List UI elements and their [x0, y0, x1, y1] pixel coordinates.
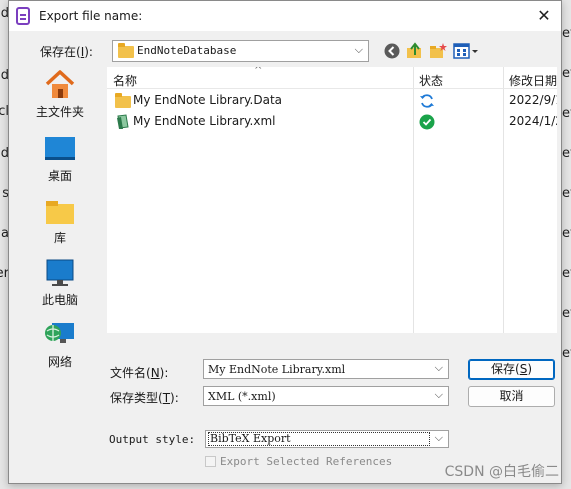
background-text: ev — [562, 306, 571, 321]
endnote-file-icon — [117, 114, 129, 129]
background-window-right: ev ev ev ev ev ev ev ev ev — [561, 0, 571, 489]
sidebar-item-label: 桌面 — [47, 169, 72, 183]
file-type-label-suffix: ): — [170, 391, 179, 405]
file-type-label-key: T — [162, 391, 171, 405]
horizontal-scrollbar[interactable] — [107, 333, 557, 340]
export-dialog: Export file name: ✕ 保存在(I): EndNoteDatab… — [8, 0, 562, 484]
file-type-value: XML (*.xml) — [208, 390, 276, 403]
back-icon[interactable] — [383, 42, 401, 60]
save-button-suffix: ) — [527, 362, 532, 376]
export-selected-checkbox[interactable] — [205, 456, 216, 467]
background-text: ev — [562, 266, 571, 281]
export-selected-label: Export Selected References — [220, 455, 393, 468]
output-style-dropdown[interactable]: BibTeX Export ⌵ — [205, 430, 449, 448]
column-header-modified[interactable]: 修改日期 — [509, 72, 557, 89]
up-folder-icon[interactable] — [406, 42, 424, 60]
background-text: ev — [562, 106, 571, 121]
sidebar-item-label: 主文件夹 — [35, 105, 84, 119]
sidebar-item-label: 库 — [53, 231, 66, 245]
cancel-button[interactable]: 取消 — [468, 386, 555, 407]
sidebar-item-computer[interactable]: 此电脑 — [20, 255, 100, 311]
close-button[interactable]: ✕ — [533, 5, 555, 27]
check-icon — [419, 114, 435, 130]
folder-icon — [115, 93, 131, 108]
header-divider — [107, 88, 557, 89]
background-text: ev — [562, 226, 571, 241]
background-text: ev — [562, 66, 571, 81]
sidebar-item-label: 网络 — [47, 355, 72, 369]
sidebar-item-library[interactable]: 库 — [20, 193, 100, 249]
filename-label-text: 文件名( — [110, 366, 151, 380]
filename-label-key: N — [150, 366, 160, 380]
sidebar-item-desktop[interactable]: 桌面 — [20, 131, 100, 187]
filename-label-suffix: ): — [159, 366, 169, 380]
save-in-label-text: 保存在( — [40, 45, 81, 59]
view-menu-icon[interactable] — [453, 42, 479, 60]
output-style-value: BibTeX Export — [208, 432, 430, 446]
save-in-label-suffix: ): — [84, 45, 93, 59]
chevron-down-icon: ⌵ — [354, 43, 363, 56]
background-text: ev — [562, 146, 571, 161]
sidebar-item-label: 此电脑 — [41, 293, 78, 307]
chevron-down-icon: ⌵ — [434, 388, 443, 401]
file-modified: 2022/9/1 — [509, 93, 557, 107]
file-modified: 2024/1/2 — [509, 114, 557, 128]
sync-icon — [420, 94, 434, 108]
filename-value: My EndNote Library.xml — [208, 363, 346, 376]
home-icon — [45, 70, 75, 98]
new-folder-icon[interactable] — [429, 42, 447, 60]
filename-combo[interactable]: My EndNote Library.xml ⌵ — [203, 359, 449, 379]
save-button[interactable]: 保存(S) — [468, 359, 555, 380]
background-text: ev — [562, 346, 571, 361]
dialog-title: Export file name: — [39, 9, 143, 23]
library-icon — [46, 201, 74, 224]
file-type-label-text: 保存类型( — [110, 391, 163, 405]
save-in-label: 保存在(I): — [40, 43, 93, 60]
desktop-icon — [45, 137, 75, 160]
file-type-label: 保存类型(T): — [110, 389, 179, 406]
file-name: My EndNote Library.xml — [133, 114, 276, 128]
sort-ascending-icon: ^ — [254, 67, 263, 76]
location-dropdown[interactable]: EndNoteDatabase ⌵ — [112, 40, 369, 62]
file-list[interactable]: ^ 名称 状态 修改日期 My EndNote Library.Data 202… — [107, 67, 557, 333]
column-header-name[interactable]: 名称 — [113, 72, 137, 89]
background-text: ev — [562, 186, 571, 201]
file-row-folder[interactable]: My EndNote Library.Data 2022/9/1 — [107, 91, 557, 112]
folder-icon — [118, 43, 134, 58]
file-name: My EndNote Library.Data — [133, 93, 283, 107]
save-button-label: 保存( — [491, 362, 520, 376]
location-value: EndNoteDatabase — [137, 44, 237, 57]
chevron-down-icon: ⌵ — [434, 431, 443, 444]
sidebar-item-home[interactable]: 主文件夹 — [20, 67, 100, 123]
file-type-dropdown[interactable]: XML (*.xml) ⌵ — [203, 386, 449, 406]
computer-icon — [46, 259, 74, 286]
network-icon — [45, 323, 74, 343]
filename-label: 文件名(N): — [110, 364, 168, 381]
background-text: ev — [562, 26, 571, 41]
title-bar: Export file name: ✕ — [9, 1, 561, 31]
app-icon — [16, 7, 30, 25]
sidebar-item-network[interactable]: 网络 — [20, 317, 100, 373]
watermark: CSDN @白毛偷二 — [444, 464, 559, 480]
chevron-down-icon: ⌵ — [434, 361, 443, 374]
column-header-status[interactable]: 状态 — [419, 72, 443, 89]
output-style-label: Output style: — [109, 433, 196, 446]
places-sidebar: 主文件夹 桌面 库 此电脑 网络 — [20, 67, 100, 369]
file-row-xml[interactable]: My EndNote Library.xml 2024/1/2 — [107, 112, 557, 133]
